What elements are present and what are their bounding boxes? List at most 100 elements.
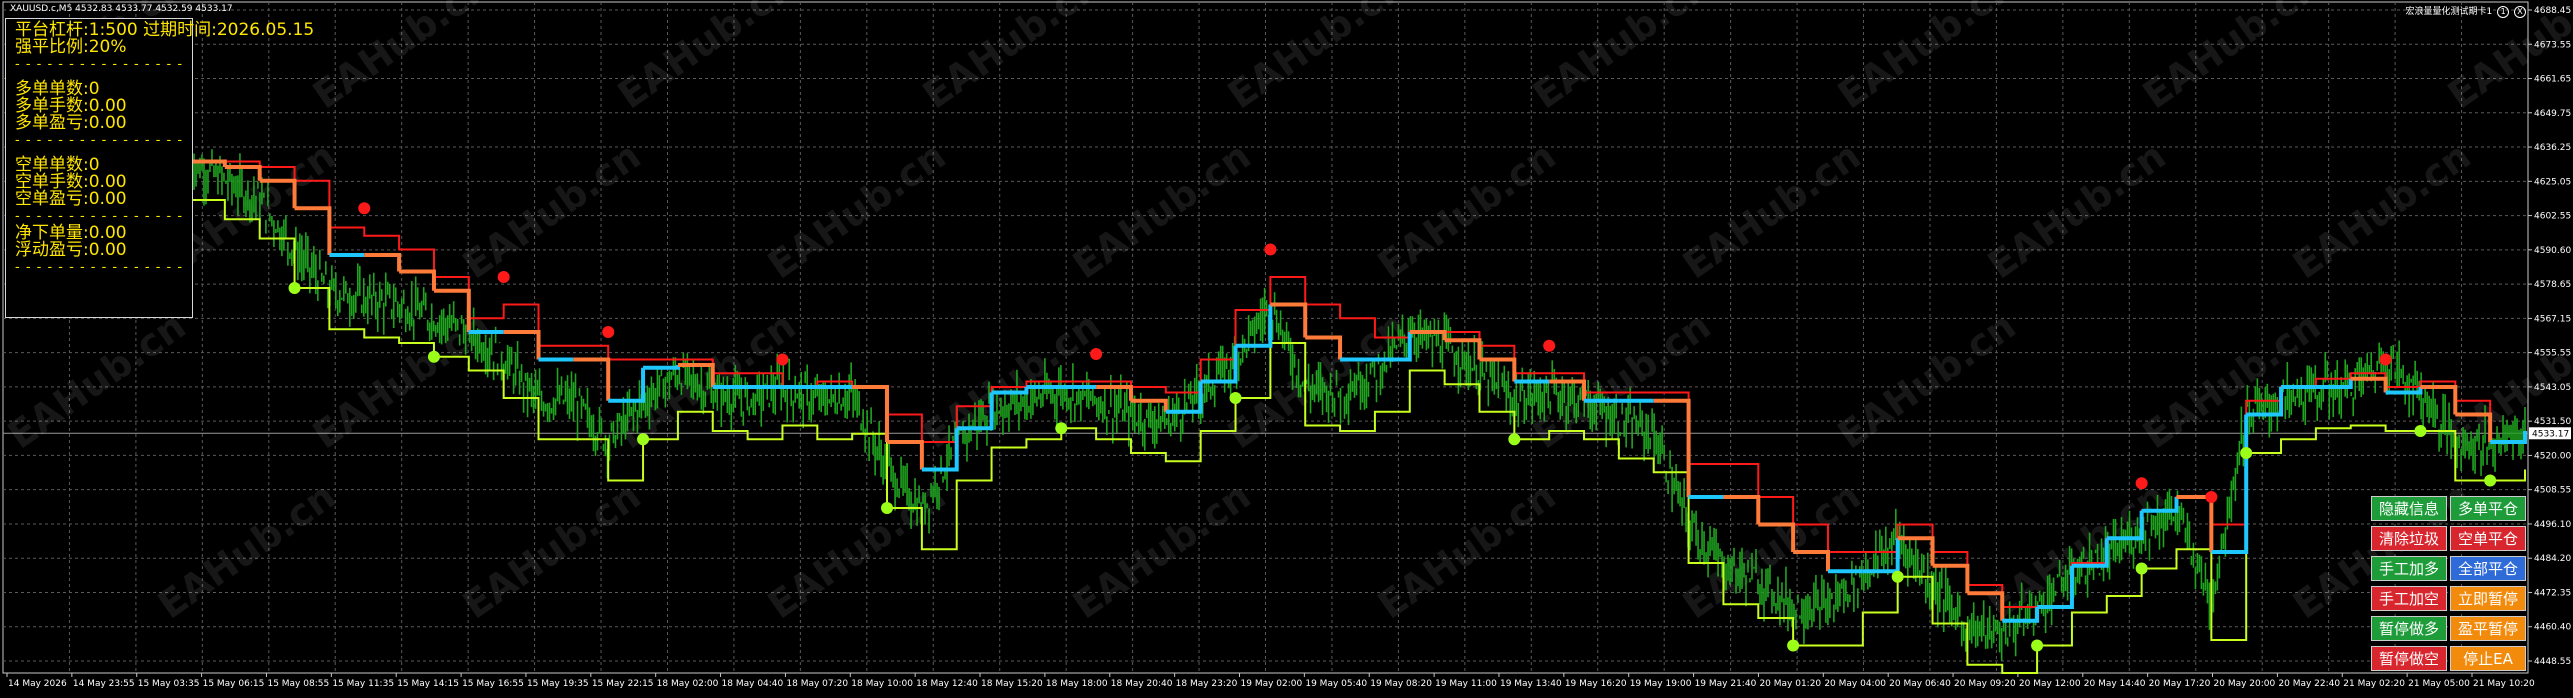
watermark-text: EAHub.cn: [2135, 0, 2329, 117]
time-tick-label: 18 May 18:00: [1046, 679, 1108, 689]
current-price-label: 4533.17: [2532, 429, 2569, 439]
buy-signal-dot: [1891, 570, 1904, 583]
watermark-text: EAHub.cn: [1065, 133, 1259, 287]
time-tick-label: 15 May 16:55: [462, 679, 524, 689]
sell-signal-dot: [1264, 243, 1277, 256]
price-tick-label: 4567.15: [2534, 314, 2571, 324]
time-tick-label: 14 May 23:55: [73, 679, 135, 689]
buy-signal-dot: [2484, 474, 2497, 487]
account-info-panel: 平台杠杆:1:500 过期时间:2026.05.15 强平比例:20% - - …: [5, 18, 314, 318]
buy-signal-dot: [1508, 433, 1521, 446]
time-tick-label: 20 May 12:00: [2019, 679, 2081, 689]
time-tick-label: 20 May 01:20: [1759, 679, 1821, 689]
manual-add-long-button[interactable]: 手工加多: [2371, 556, 2447, 581]
close-icon[interactable]: X: [2514, 5, 2526, 18]
time-tick-label: 20 May 09:20: [1954, 679, 2016, 689]
trend-line-segment: [608, 367, 646, 403]
buy-signal-dot: [637, 433, 650, 446]
price-tick-label: 4688.45: [2534, 6, 2571, 16]
stop-ea-button[interactable]: 停止EA: [2450, 646, 2526, 671]
time-tick-label: 20 May 17:20: [2149, 679, 2211, 689]
floating-pnl: 浮动盈亏:0.00: [15, 240, 127, 260]
time-tick-label: 20 May 14:40: [2084, 679, 2146, 689]
sell-signal-dot: [602, 326, 615, 338]
price-tick-label: 4460.40: [2534, 623, 2571, 633]
time-tick-label: 18 May 12:40: [916, 679, 978, 689]
watermark-text: EAHub.cn: [1830, 0, 2024, 117]
time-tick-label: 20 May 20:00: [2214, 679, 2276, 689]
trend-line-segment: [1723, 495, 1761, 525]
buy-signal-dot: [1055, 422, 1068, 435]
time-tick-label: 18 May 07:20: [786, 679, 848, 689]
time-tick-label: 18 May 15:20: [981, 679, 1043, 689]
divider: - - - - - - - - - - - - - - - -: [15, 133, 184, 148]
time-tick-label: 21 May 05:00: [2408, 679, 2470, 689]
buy-signal-dot: [2031, 639, 2044, 652]
price-tick-label: 4673.55: [2534, 40, 2571, 50]
time-tick-label: 18 May 10:00: [851, 679, 913, 689]
indicator-number-button[interactable]: 1: [2497, 5, 2510, 18]
long-pnl: 多单盈亏:0.00: [15, 113, 127, 133]
time-tick-label: 15 May 22:15: [592, 679, 654, 689]
buy-signal-dot: [1787, 639, 1800, 652]
price-tick-label: 4508.55: [2534, 486, 2571, 496]
price-tick-label: 4649.75: [2534, 109, 2571, 119]
time-tick-label: 19 May 19:00: [1630, 679, 1692, 689]
sell-signal-dot: [776, 353, 789, 366]
time-tick-label: 15 May 06:15: [203, 679, 265, 689]
manual-add-short-button[interactable]: 手工加空: [2371, 586, 2447, 611]
time-tick-label: 14 May 2026: [8, 679, 67, 689]
clear-garbage-button[interactable]: 清除垃圾: [2371, 526, 2447, 551]
time-tick-label: 20 May 22:40: [2278, 679, 2340, 689]
watermark-text: EAHub.cn: [1065, 473, 1259, 627]
time-tick-label: 21 May 02:20: [2343, 679, 2405, 689]
close-long-button[interactable]: 多单平仓: [2450, 496, 2526, 521]
price-tick-label: 4555.55: [2534, 349, 2571, 359]
hide-info-button[interactable]: 隐藏信息: [2371, 496, 2447, 521]
indicator-name: 宏浪量量化测试期卡1: [2405, 7, 2493, 17]
time-tick-label: 19 May 13:40: [1500, 679, 1562, 689]
watermark-text: EAHub.cn: [1675, 133, 1869, 287]
close-short-button[interactable]: 空单平仓: [2450, 526, 2526, 551]
buy-signal-dot: [427, 350, 440, 363]
margin-call-ratio: 强平比例:20%: [15, 37, 127, 57]
watermark-text: EAHub.cn: [2135, 303, 2329, 457]
sell-signal-dot: [2135, 477, 2148, 490]
watermark-text: EAHub.cn: [610, 0, 804, 117]
buy-signal-dot: [288, 282, 301, 294]
buy-signal-dot: [1229, 392, 1242, 404]
watermark-text: EAHub.cn: [0, 303, 193, 457]
pause-long-button[interactable]: 暂停做多: [2371, 616, 2447, 641]
time-tick-label: 15 May 11:35: [332, 679, 394, 689]
watermark-text: EAHub.cn: [2285, 133, 2479, 287]
price-tick-label: 4590.60: [2534, 246, 2571, 256]
pause-short-button[interactable]: 暂停做空: [2371, 646, 2447, 671]
time-tick-label: 18 May 04:40: [722, 679, 784, 689]
indicator-title: 宏浪量量化测试期卡1 1 X: [2406, 4, 2526, 18]
close-all-button[interactable]: 全部平仓: [2450, 556, 2526, 581]
price-tick-label: 4472.35: [2534, 588, 2571, 598]
watermark-text: EAHub.cn: [455, 473, 649, 627]
watermark-text: EAHub.cn: [1830, 303, 2024, 457]
buy-signal-dot: [2414, 425, 2427, 437]
time-tick-label: 19 May 08:20: [1370, 679, 1432, 689]
time-tick-label: 20 May 06:40: [1889, 679, 1951, 689]
time-tick-label: 19 May 02:00: [1241, 679, 1303, 689]
profit-pause-button[interactable]: 盈平暂停: [2450, 616, 2526, 641]
divider: - - - - - - - - - - - - - - - -: [15, 57, 184, 72]
watermark-text: EAHub.cn: [455, 133, 649, 287]
buy-signal-dot: [2240, 447, 2253, 459]
sell-signal-dot: [2379, 353, 2392, 366]
price-tick-label: 4636.25: [2534, 143, 2571, 153]
price-tick-label: 4448.55: [2534, 657, 2571, 667]
buy-signal-dot: [2135, 562, 2148, 575]
pause-now-button[interactable]: 立即暂停: [2450, 586, 2526, 611]
time-tick-label: 19 May 16:20: [1565, 679, 1627, 689]
sell-signal-dot: [2205, 491, 2218, 503]
time-tick-label: 18 May 20:40: [1111, 679, 1173, 689]
watermark-text: EAHub.cn: [760, 133, 954, 287]
price-chart[interactable]: EAHub.cn EAHub.cn EAHub.cn EAHub.cn EAHub.cn…: [0, 0, 2573, 698]
buy-signal-dot: [881, 502, 894, 514]
price-tick-label: 4602.55: [2534, 212, 2571, 222]
watermark-text: EAHub.cn: [1525, 0, 1719, 117]
